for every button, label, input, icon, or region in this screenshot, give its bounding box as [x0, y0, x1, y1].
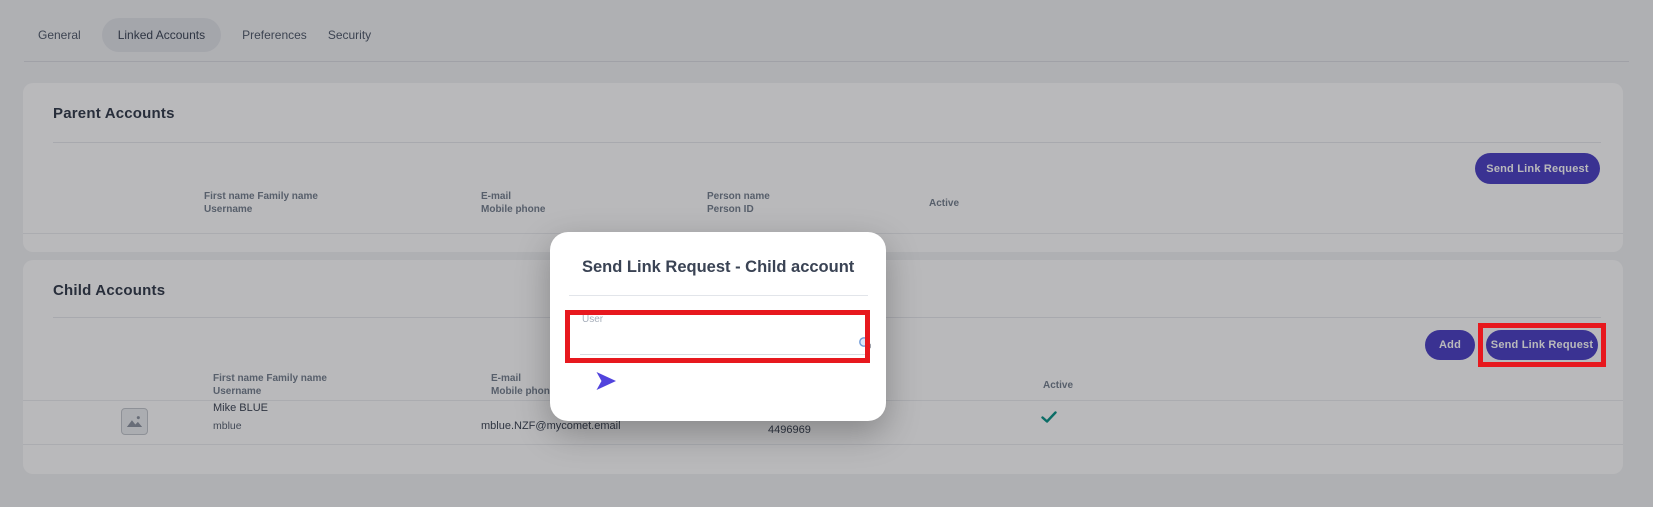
- send-link-request-dialog: Send Link Request - Child account User: [550, 232, 886, 421]
- dialog-title: Send Link Request - Child account: [582, 258, 854, 277]
- linked-accounts-page: General Linked Accounts Preferences Secu…: [0, 0, 1653, 507]
- user-input-label: User: [582, 314, 603, 325]
- user-input[interactable]: [580, 329, 868, 355]
- divider: [569, 295, 868, 296]
- send-arrow-icon[interactable]: [595, 371, 617, 391]
- user-lookup-icon[interactable]: [858, 336, 872, 350]
- user-field: User: [580, 312, 868, 355]
